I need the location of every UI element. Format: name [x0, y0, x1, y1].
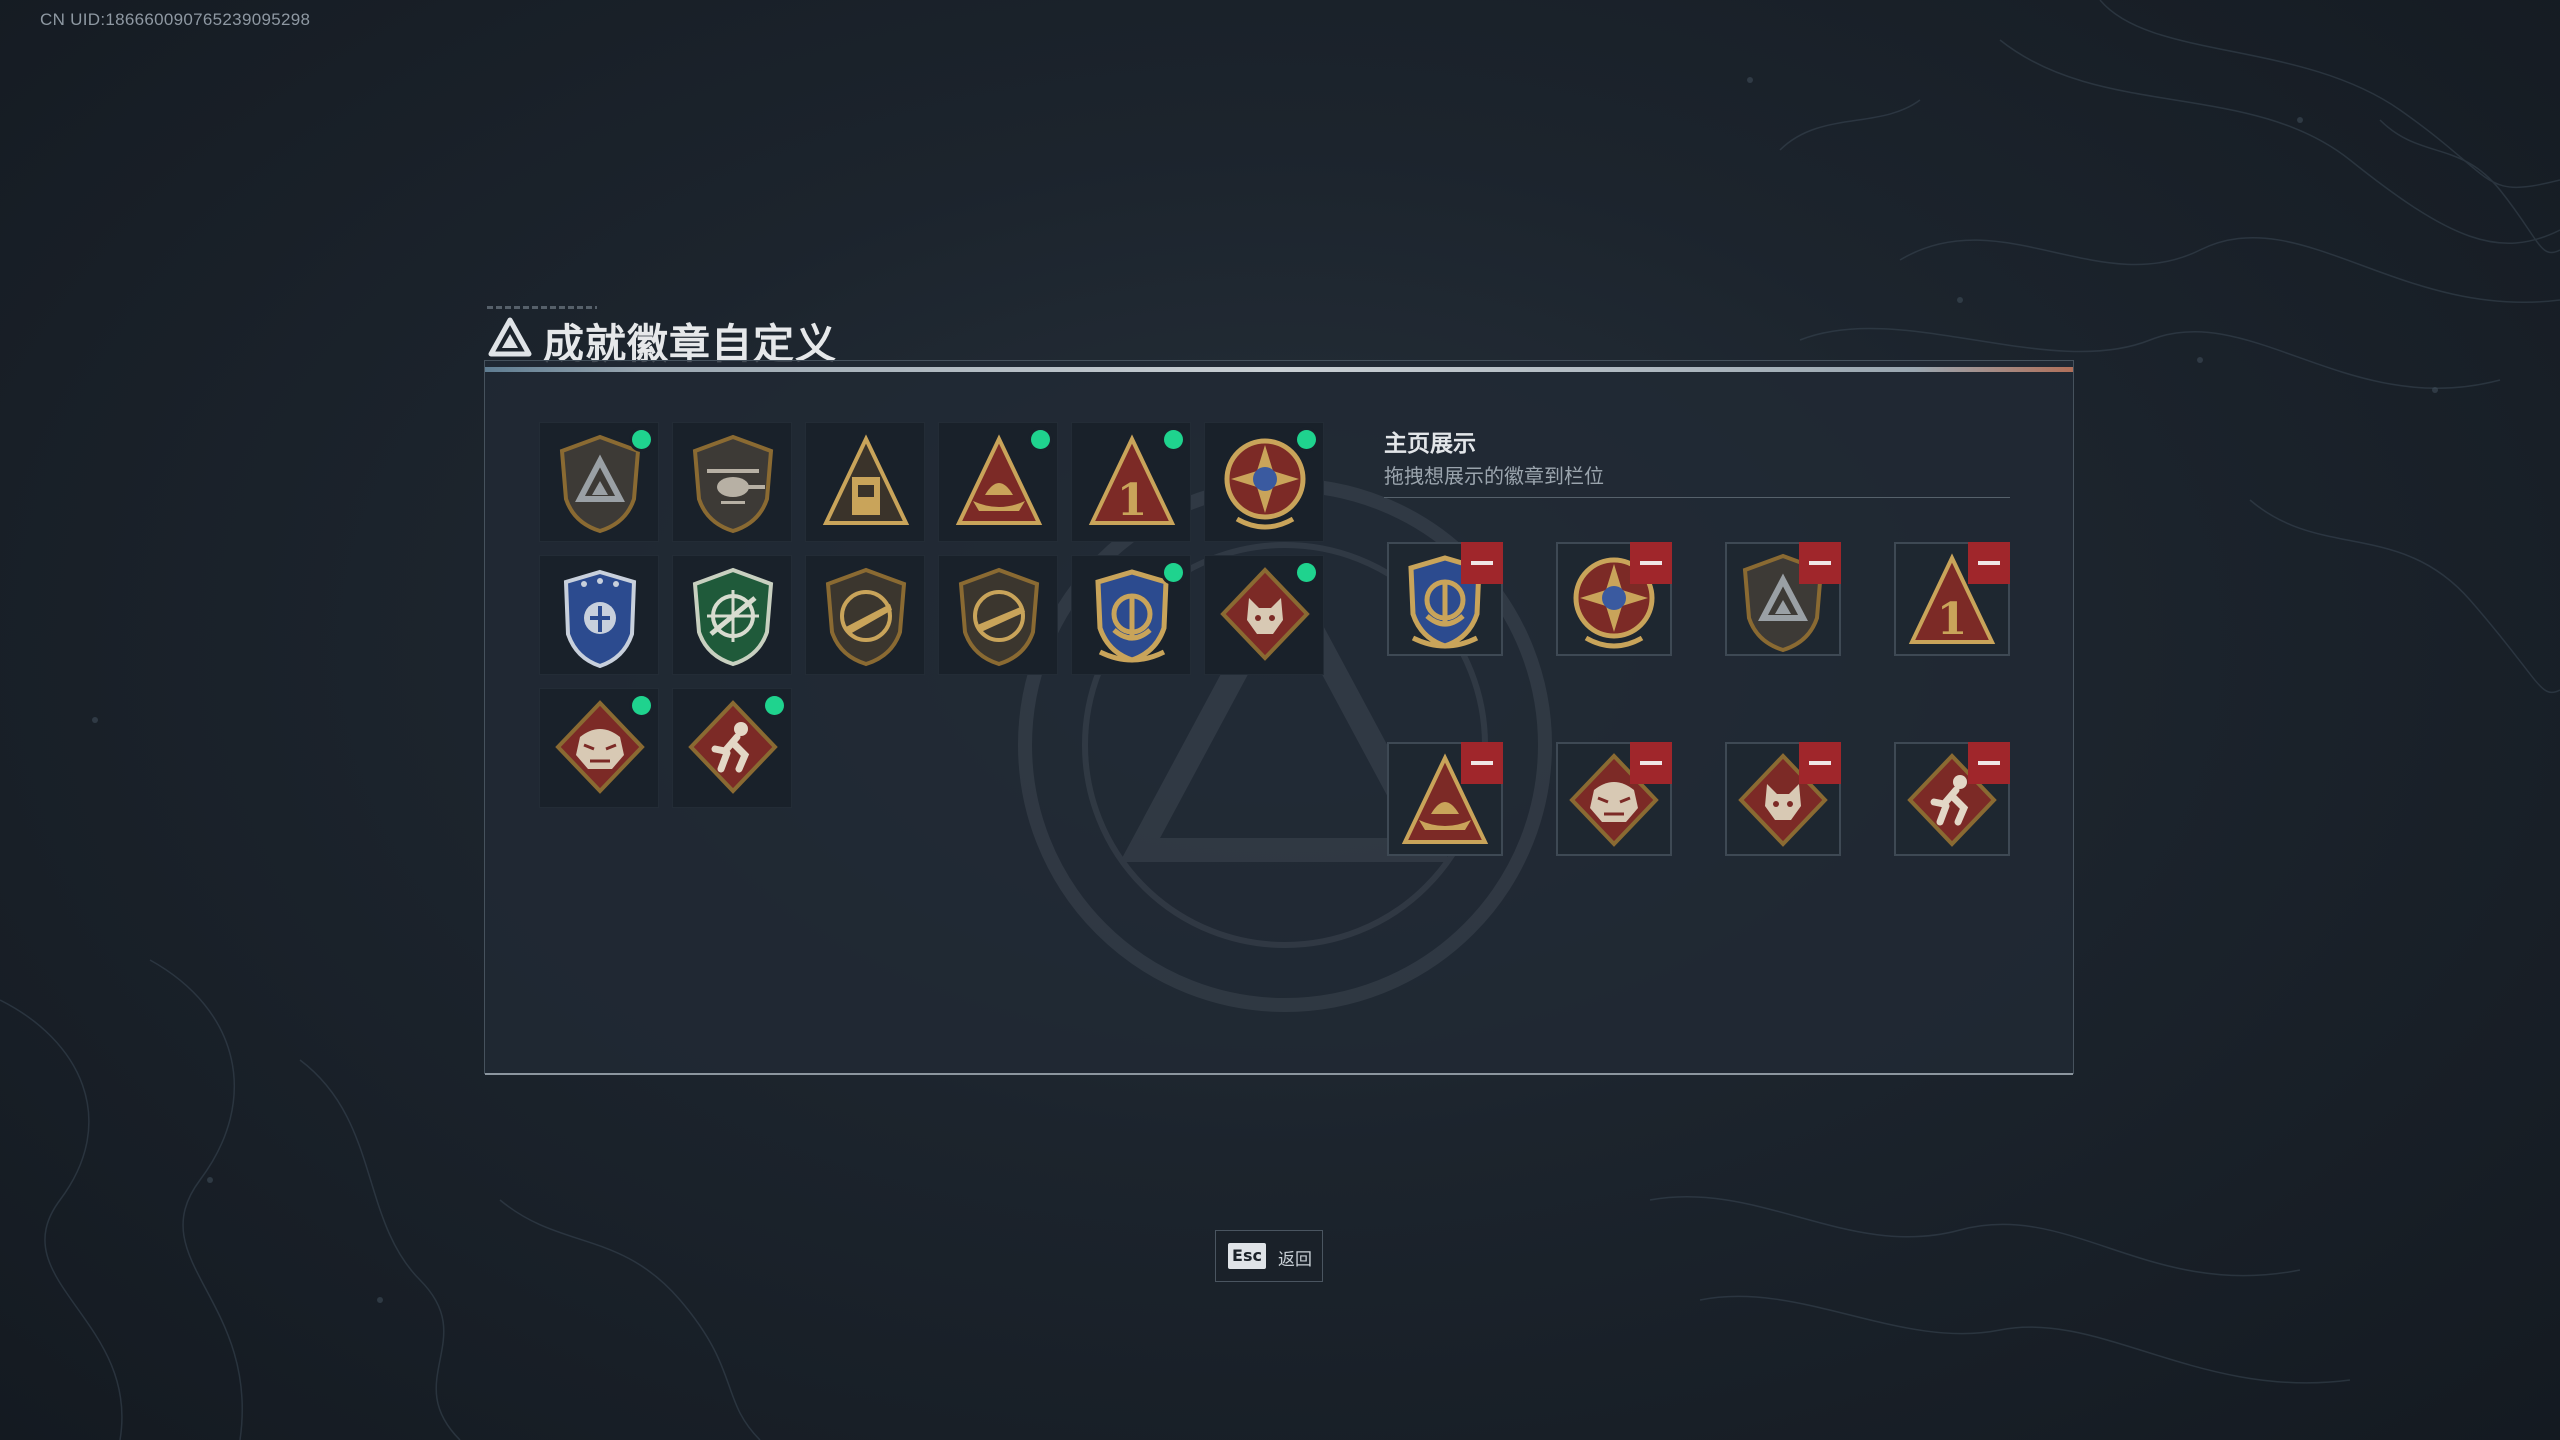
remove-badge-button[interactable]	[1630, 742, 1672, 784]
showcase-slot[interactable]	[1725, 542, 1841, 656]
showcase-slot[interactable]	[1556, 742, 1672, 856]
back-label: 返回	[1278, 1250, 1312, 1270]
remove-badge-button[interactable]	[1799, 742, 1841, 784]
showcase-slot[interactable]	[1725, 742, 1841, 856]
tower-badge-icon	[822, 434, 910, 525]
number-one-badge-icon: 1	[1088, 434, 1176, 526]
star-medal-badge-icon	[1224, 438, 1306, 530]
dragon-badge-icon	[555, 700, 645, 794]
wolf-badge-icon	[1220, 567, 1310, 661]
minus-icon	[1640, 561, 1662, 565]
panel-bottom-line	[485, 1073, 2073, 1075]
runner-badge-icon	[688, 700, 778, 794]
title-decoration	[487, 306, 597, 309]
user-uid: CN UID:1866600907652390952​98	[40, 10, 311, 29]
new-indicator-dot	[1297, 563, 1316, 582]
green-target-badge-icon	[692, 567, 774, 667]
minus-icon	[1978, 561, 2000, 565]
badge-slot-green-target-badge[interactable]	[672, 555, 792, 675]
remove-badge-button[interactable]	[1968, 542, 2010, 584]
panel-top-bar	[485, 367, 2073, 372]
new-indicator-dot	[632, 696, 651, 715]
badge-slot-dragon-badge[interactable]	[539, 688, 659, 808]
showcase-title: 主页展示	[1384, 431, 1476, 457]
new-indicator-dot	[1164, 430, 1183, 449]
badge-slot-helicopter-badge[interactable]	[672, 422, 792, 542]
rifle-shield-badge-2-icon	[958, 567, 1040, 667]
badge-slot-star-medal-badge[interactable]	[1204, 422, 1324, 542]
remove-badge-button[interactable]	[1799, 542, 1841, 584]
blue-shield-badge-icon	[563, 569, 637, 668]
svg-text:1: 1	[1937, 594, 1968, 645]
rifle-shield-badge-icon	[825, 567, 907, 667]
badge-slot-blue-shield-badge[interactable]	[539, 555, 659, 675]
esc-key-icon: Esc	[1228, 1243, 1266, 1269]
showcase-divider	[1384, 497, 2010, 498]
helicopter-badge-icon	[692, 434, 774, 534]
showcase-slot[interactable]	[1556, 542, 1672, 656]
triangle-logo-icon	[488, 317, 532, 357]
badge-slot-runner-badge[interactable]	[672, 688, 792, 808]
minus-icon	[1809, 761, 1831, 765]
badge-slot-rifle-shield-badge[interactable]	[805, 555, 925, 675]
remove-badge-button[interactable]	[1461, 542, 1503, 584]
minus-icon	[1471, 761, 1493, 765]
remove-badge-button[interactable]	[1630, 542, 1672, 584]
new-indicator-dot	[632, 430, 651, 449]
showcase-subtitle: 拖拽想展示的徽章到栏位	[1384, 464, 1604, 488]
badge-slot-boat-triangle-badge[interactable]	[938, 422, 1058, 542]
showcase-slot[interactable]	[1894, 742, 2010, 856]
showcase-slot[interactable]: 1	[1894, 542, 2010, 656]
svg-text:1: 1	[1117, 475, 1148, 526]
badge-slot-anchor-shield-badge[interactable]	[1071, 555, 1191, 675]
badge-slot-wolf-badge[interactable]	[1204, 555, 1324, 675]
badge-slot-rifle-shield-badge-2[interactable]	[938, 555, 1058, 675]
anchor-shield-badge-icon	[1095, 569, 1169, 663]
showcase-slot[interactable]	[1387, 742, 1503, 856]
badge-slot-number-one-badge[interactable]: 1	[1071, 422, 1191, 542]
boat-triangle-badge-icon	[955, 434, 1043, 525]
badge-slot-tower-badge[interactable]	[805, 422, 925, 542]
page-title-bar: 成就徽章自定义	[487, 306, 1087, 368]
shield-triangle-badge-icon	[559, 434, 641, 534]
minus-icon	[1809, 561, 1831, 565]
remove-badge-button[interactable]	[1968, 742, 2010, 784]
remove-badge-button[interactable]	[1461, 742, 1503, 784]
minus-icon	[1471, 561, 1493, 565]
showcase-slot[interactable]	[1387, 542, 1503, 656]
back-button[interactable]: Esc 返回	[1215, 1230, 1323, 1282]
minus-icon	[1640, 761, 1662, 765]
new-indicator-dot	[765, 696, 784, 715]
new-indicator-dot	[1297, 430, 1316, 449]
new-indicator-dot	[1164, 563, 1183, 582]
badge-slot-shield-triangle-badge[interactable]	[539, 422, 659, 542]
new-indicator-dot	[1031, 430, 1050, 449]
minus-icon	[1978, 761, 2000, 765]
